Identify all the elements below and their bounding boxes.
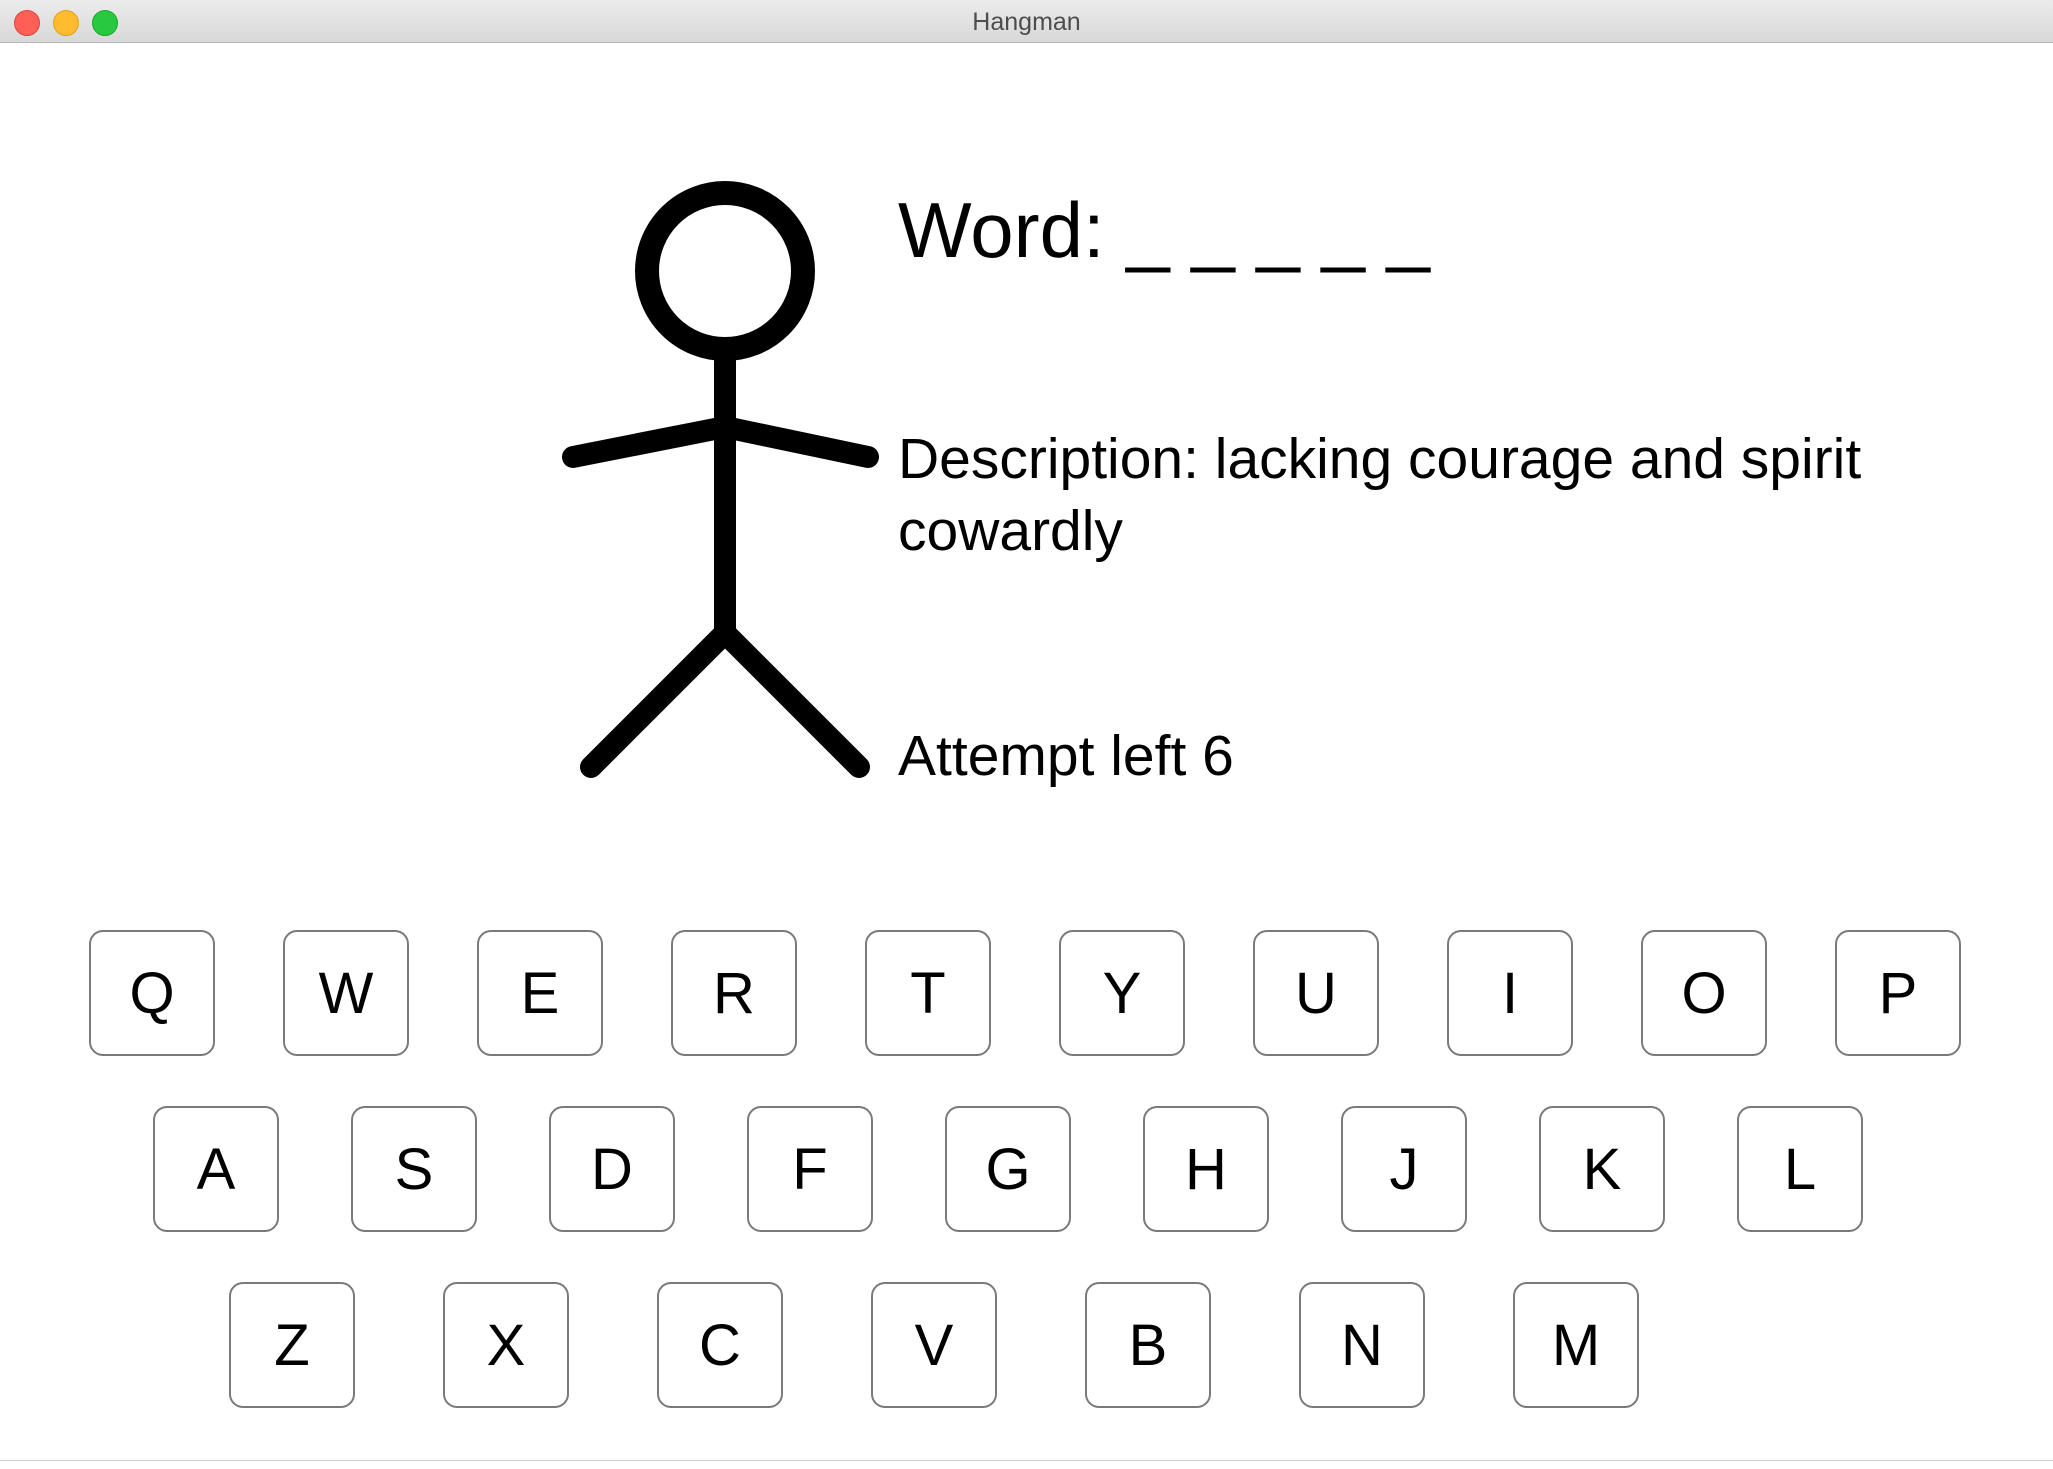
key-a[interactable]: A xyxy=(153,1106,279,1232)
title-bar[interactable]: Hangman xyxy=(0,0,2053,43)
figure-left-leg xyxy=(580,622,736,778)
key-m[interactable]: M xyxy=(1513,1282,1639,1408)
window-title: Hangman xyxy=(972,8,1081,36)
key-c[interactable]: C xyxy=(657,1282,783,1408)
key-z[interactable]: Z xyxy=(229,1282,355,1408)
key-x[interactable]: X xyxy=(443,1282,569,1408)
stick-figure xyxy=(562,181,879,778)
key-w[interactable]: W xyxy=(283,930,409,1056)
key-e[interactable]: E xyxy=(477,930,603,1056)
figure-left-arm xyxy=(562,416,736,468)
app-window: Hangman Word: _ _ _ _ _ Description: lac… xyxy=(0,0,2053,1469)
key-d[interactable]: D xyxy=(549,1106,675,1232)
key-n[interactable]: N xyxy=(1299,1282,1425,1408)
bottom-edge xyxy=(0,1460,2053,1469)
figure-right-leg xyxy=(714,622,870,778)
key-b[interactable]: B xyxy=(1085,1282,1211,1408)
key-v[interactable]: V xyxy=(871,1282,997,1408)
figure-head xyxy=(635,181,815,361)
key-u[interactable]: U xyxy=(1253,930,1379,1056)
key-l[interactable]: L xyxy=(1737,1106,1863,1232)
key-s[interactable]: S xyxy=(351,1106,477,1232)
key-g[interactable]: G xyxy=(945,1106,1071,1232)
key-i[interactable]: I xyxy=(1447,930,1573,1056)
key-r[interactable]: R xyxy=(671,930,797,1056)
key-k[interactable]: K xyxy=(1539,1106,1665,1232)
description-display: Description: lacking courage and spirit … xyxy=(898,427,1862,563)
key-j[interactable]: J xyxy=(1341,1106,1467,1232)
game-area: Word: _ _ _ _ _ Description: lacking cou… xyxy=(0,43,2053,1469)
figure-right-arm xyxy=(714,416,879,468)
key-p[interactable]: P xyxy=(1835,930,1961,1056)
key-f[interactable]: F xyxy=(747,1106,873,1232)
key-y[interactable]: Y xyxy=(1059,930,1185,1056)
word-display: Word: _ _ _ _ _ xyxy=(898,186,1430,274)
key-t[interactable]: T xyxy=(865,930,991,1056)
key-h[interactable]: H xyxy=(1143,1106,1269,1232)
key-q[interactable]: Q xyxy=(89,930,215,1056)
attempts-display: Attempt left 6 xyxy=(898,724,1234,788)
key-o[interactable]: O xyxy=(1641,930,1767,1056)
